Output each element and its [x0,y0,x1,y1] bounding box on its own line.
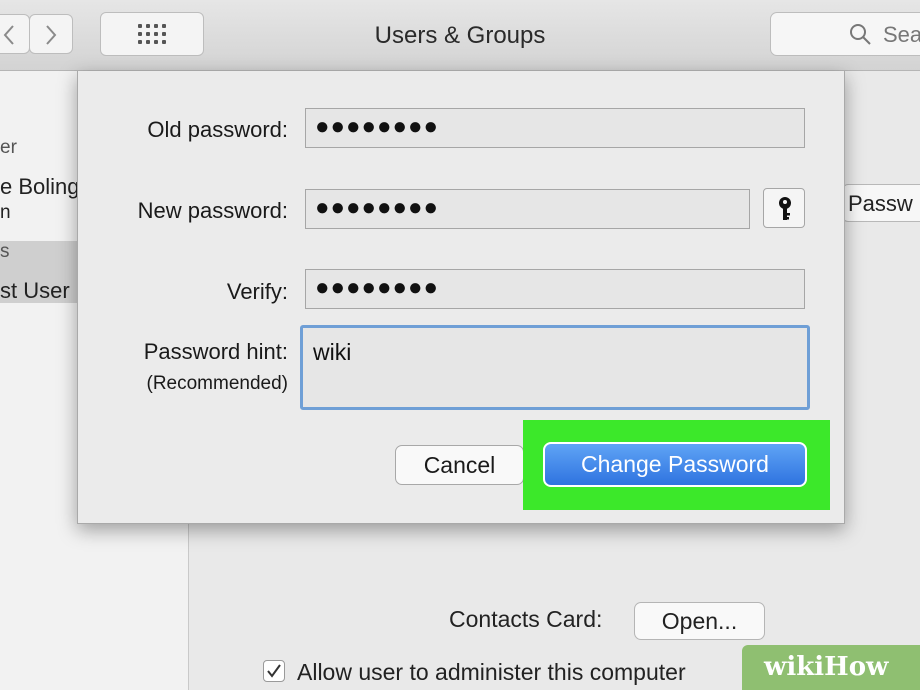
sidebar-item-guest-user[interactable]: st User [0,278,70,304]
contacts-card-label: Contacts Card: [449,606,603,632]
search-icon [850,24,871,45]
cancel-button[interactable]: Cancel [395,445,524,485]
back-button[interactable] [0,14,30,54]
key-icon [779,197,791,220]
search-placeholder: Sea [883,22,920,47]
sidebar-section-other: s [0,241,10,262]
chevron-right-icon [46,25,57,45]
old-password-label: Old password: [147,117,288,142]
change-password-button-bg[interactable]: Passw [842,184,920,222]
verify-value: ●●●●●●●● [315,274,439,301]
watermark: wikiHow [742,645,920,690]
open-contacts-button[interactable]: Open... [634,602,765,640]
change-password-bg-label: Passw [848,191,913,216]
chevron-left-icon [3,25,14,45]
search-input[interactable]: Sea [770,12,920,56]
change-password-button[interactable]: Change Password [543,442,807,487]
grid-icon [138,24,168,46]
verify-label: Verify: [226,279,288,304]
sidebar-section-header: er [0,137,17,158]
sidebar-item-current-user[interactable]: e Boling [0,174,80,200]
checkmark-icon [267,664,281,678]
sidebar-item-role: n [0,202,11,223]
admin-checkbox-label: Allow user to administer this computer [297,659,686,685]
password-hint-sublabel: (Recommended) [146,373,289,394]
show-all-button[interactable] [100,12,204,56]
new-password-field[interactable]: ●●●●●●●● [305,189,750,229]
password-hint-label: Password hint: [143,339,288,364]
new-password-label: New password: [137,198,288,223]
verify-field[interactable]: ●●●●●●●● [305,269,805,309]
watermark-text: wikiHow [764,652,889,682]
password-hint-value: wiki [313,339,352,365]
password-hint-field[interactable]: wiki [300,325,810,410]
password-assistant-button[interactable] [763,188,805,228]
old-password-field[interactable]: ●●●●●●●● [305,108,805,148]
admin-checkbox[interactable] [263,660,285,682]
new-password-value: ●●●●●●●● [315,194,439,221]
old-password-value: ●●●●●●●● [315,113,439,140]
title-bar: Users & Groups Sea [0,0,920,71]
forward-button[interactable] [29,14,73,54]
window-title: Users & Groups [374,22,546,49]
